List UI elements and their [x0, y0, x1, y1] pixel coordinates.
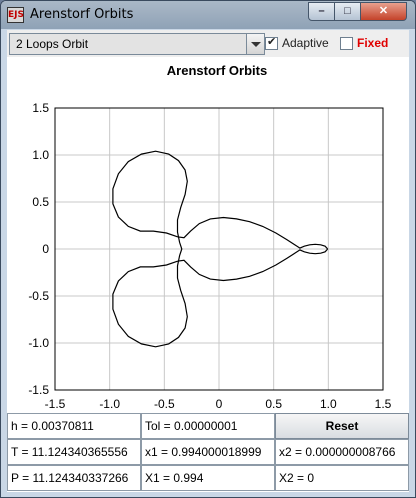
orbit-chart: Arenstorf Orbits -1.5 -1.0 -0.5 0 0.5 1.0 1.5 1…	[28, 63, 391, 411]
tick-labels: -1.5 -1.0 -0.5 0 0.5 1.0 1.5 1.5 1.0 0.5 0 -0.5 -1.0…	[28, 101, 391, 411]
fixed-checkbox[interactable]	[340, 37, 353, 50]
close-button[interactable]: ✕	[360, 2, 407, 21]
x-tick-label: -1.0	[99, 397, 120, 411]
adaptive-checkbox[interactable]	[265, 35, 278, 50]
minimize-button[interactable]: –	[308, 2, 335, 21]
toolbar: 2 Loops Orbit Adaptive Fixed	[7, 30, 409, 57]
t-field[interactable]: T = 11.124340365556	[7, 439, 141, 465]
initial-x2-field[interactable]: X2 = 0	[275, 465, 409, 491]
reset-button[interactable]: Reset	[275, 413, 409, 439]
y-tick-label: -1.5	[28, 383, 49, 397]
h-field[interactable]: h = 0.00370811	[7, 413, 141, 439]
x2-field[interactable]: x2 = 0.000000008766	[275, 439, 409, 465]
ejs-app-icon: EJS	[7, 7, 24, 23]
orbit-select[interactable]: 2 Loops Orbit	[9, 33, 265, 55]
x-tick-label: 0	[216, 397, 223, 411]
x-tick-label: 1.5	[375, 397, 392, 411]
fixed-label[interactable]: Fixed	[357, 36, 388, 50]
x-tick-label: 1.0	[320, 397, 337, 411]
plot-panel[interactable]: Arenstorf Orbits -1.5 -1.0 -0.5 0 0.5 1.0 1.5 1…	[7, 57, 409, 439]
adaptive-label[interactable]: Adaptive	[282, 36, 329, 50]
chart-title: Arenstorf Orbits	[167, 63, 267, 78]
title-bar[interactable]: EJS Arenstorf Orbits – □ ✕	[1, 1, 415, 29]
chevron-down-icon[interactable]	[246, 34, 264, 54]
x1-field[interactable]: x1 = 0.994000018999	[141, 439, 275, 465]
maximize-button[interactable]: □	[334, 2, 361, 21]
initial-x1-field[interactable]: X1 = 0.994	[141, 465, 275, 491]
y-tick-label: -0.5	[28, 289, 49, 303]
x-tick-label: -1.5	[45, 397, 66, 411]
tol-field[interactable]: Tol = 0.00000001	[141, 413, 275, 439]
y-tick-label: 1.5	[32, 101, 49, 115]
x-tick-label: -0.5	[154, 397, 175, 411]
client-area: 2 Loops Orbit Adaptive Fixed Arenstorf O…	[7, 30, 409, 492]
y-tick-label: -1.0	[28, 336, 49, 350]
x-tick-label: 0.5	[265, 397, 282, 411]
window-title: Arenstorf Orbits	[30, 7, 134, 22]
app-window: EJS Arenstorf Orbits – □ ✕ 2 Loops Orbit…	[0, 0, 416, 498]
orbit-select-value: 2 Loops Orbit	[16, 37, 89, 51]
y-tick-label: 0.5	[32, 195, 49, 209]
y-tick-label: 1.0	[32, 148, 49, 162]
y-tick-label: 0	[42, 242, 49, 256]
p-field[interactable]: P = 11.124340337266	[7, 465, 141, 491]
chart-grid	[54, 107, 384, 391]
